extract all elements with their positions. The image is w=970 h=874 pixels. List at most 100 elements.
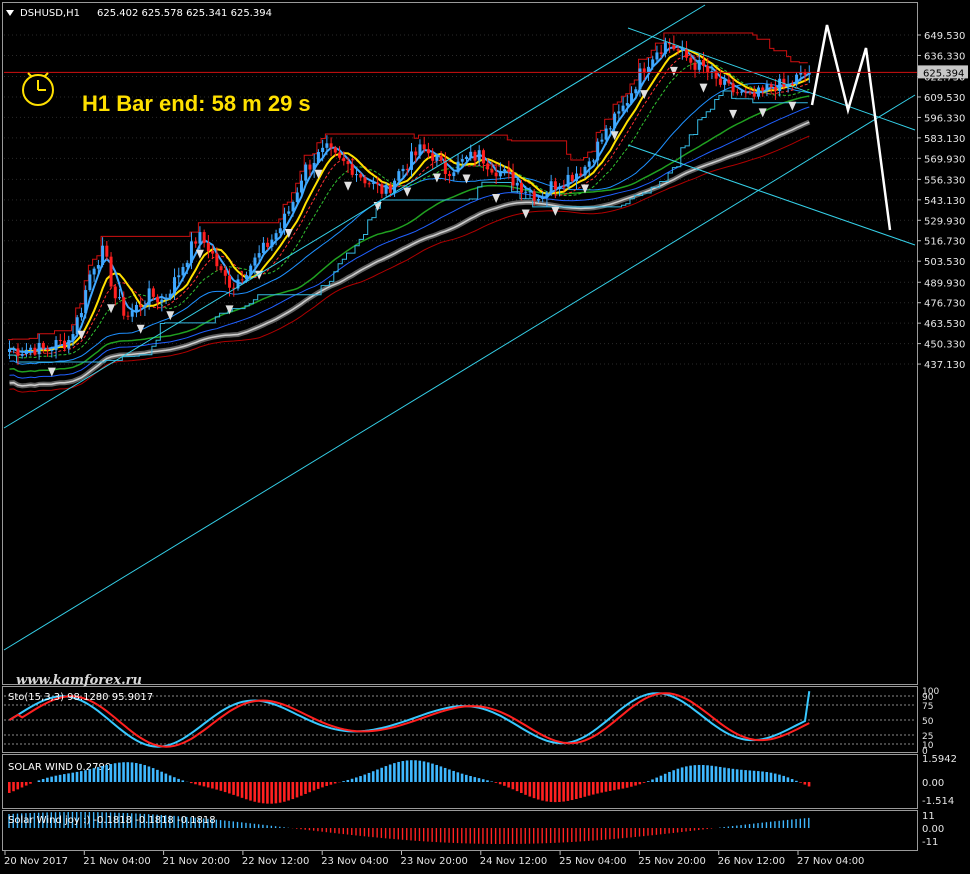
candle-body	[101, 245, 105, 266]
solar-wind-bar	[223, 782, 227, 793]
candle-body	[79, 313, 83, 318]
candle-body	[71, 334, 75, 341]
solar-wind-bar	[718, 766, 722, 782]
solar-wind-bar	[799, 782, 802, 783]
solar-wind-bar	[426, 762, 430, 782]
solar-wind-bar	[308, 782, 312, 793]
solar-wind-bar	[621, 782, 625, 789]
candle-body	[388, 184, 392, 193]
y-tick-label: 569.930	[924, 154, 965, 165]
solar-wind-bar	[198, 782, 202, 786]
candle-body	[410, 151, 413, 170]
solar-wind-bar	[244, 782, 248, 800]
solar-wind-bar	[545, 782, 549, 802]
solar-wind-bar	[299, 782, 303, 796]
solar-wind-bar	[752, 770, 756, 782]
price-axis: 649.530636.330622.730609.530596.330583.1…	[4, 31, 968, 371]
candle-body	[740, 91, 744, 93]
solar-wind-bar	[20, 782, 24, 788]
candle-body	[465, 156, 469, 160]
arrow-down-icon	[344, 181, 353, 191]
solar-wind-bar	[367, 772, 371, 782]
channel-line	[3, 94, 916, 651]
chevron-down-icon[interactable]	[6, 10, 14, 16]
chart-canvas[interactable]: Sto(15,3,3) 98.1280 95.9017 1009075502510…	[0, 0, 970, 874]
candle-body	[346, 161, 350, 165]
solar-wind-bar	[79, 771, 83, 782]
solar-wind-bar	[219, 782, 223, 791]
y-tick-label: 437.130	[924, 360, 965, 371]
solar-wind-bar	[118, 762, 121, 782]
candle-body	[405, 168, 409, 170]
solar-wind-bar	[54, 775, 58, 782]
candle-body	[270, 239, 274, 247]
candle-body	[549, 181, 553, 193]
candle-body	[118, 297, 122, 299]
solar-wind-bar	[283, 782, 286, 802]
solar-wind-bar	[363, 774, 367, 782]
candle-body	[113, 286, 117, 299]
solar-wind-bar	[744, 770, 747, 782]
solar-wind-bar	[156, 769, 159, 782]
candle-body	[211, 251, 215, 254]
candle-body	[625, 103, 629, 106]
candle-body	[122, 297, 126, 316]
candle-body	[452, 172, 456, 177]
solar-wind-bar	[566, 782, 570, 801]
candle-body	[266, 242, 270, 247]
candle-body	[435, 155, 439, 161]
candle-body	[20, 354, 24, 356]
solar-wind-bar	[96, 767, 100, 782]
osc-tick-label: 75	[922, 702, 933, 712]
solar-wind-bar	[448, 769, 451, 782]
solar-wind-bar	[503, 782, 506, 786]
candle-body	[545, 192, 549, 198]
arrow-down-icon	[669, 66, 678, 76]
solar-wind-bar	[160, 771, 163, 782]
x-tick-label: 21 Nov 04:00	[83, 856, 150, 867]
candle-body	[261, 242, 265, 254]
solar-wind-bar	[431, 763, 434, 782]
candle-body	[570, 174, 574, 182]
solar-wind-bar	[105, 764, 108, 782]
candle-body	[329, 143, 333, 148]
solar-wind-bar	[359, 776, 362, 782]
arrow-down-icon	[788, 101, 797, 111]
candle-body	[253, 257, 257, 266]
y-tick-label: 476.730	[924, 299, 965, 310]
candle-body	[481, 150, 485, 164]
candle-body	[308, 164, 312, 170]
x-tick-label: 26 Nov 12:00	[718, 856, 785, 867]
candle-body	[151, 288, 155, 297]
solar-wind-bar	[486, 780, 489, 782]
candle-body	[363, 177, 367, 184]
solar-wind-bar	[151, 768, 155, 782]
candle-body	[638, 68, 642, 90]
osc-tick-label: 50	[922, 717, 934, 727]
candle-body	[16, 348, 20, 356]
solar-wind-bar	[701, 765, 705, 782]
solar-wind-bar	[414, 760, 417, 782]
solar-wind-bar	[515, 782, 519, 792]
solar-wind-bar	[651, 779, 654, 782]
solar-wind-bar	[587, 782, 591, 796]
solar-wind-bar	[397, 761, 400, 782]
solar-wind-bar	[46, 777, 49, 782]
solar-wind-bar	[253, 782, 257, 802]
solar-wind-bar	[312, 782, 316, 791]
candle-body	[58, 340, 62, 342]
candle-body	[494, 172, 498, 177]
solar-wind-bar	[41, 778, 45, 782]
candle-body	[164, 297, 168, 300]
candle-body	[126, 315, 130, 317]
solar-wind-bar	[693, 765, 697, 782]
candle-body	[642, 68, 646, 73]
solar-wind-bar	[613, 782, 616, 791]
candle-body	[723, 79, 727, 85]
solar-wind-bar	[173, 777, 176, 782]
candle-body	[591, 160, 595, 162]
arrow-down-icon	[47, 367, 56, 377]
candle-body	[693, 62, 697, 70]
solar-wind-bar	[697, 764, 701, 782]
solar-wind-bar	[16, 782, 20, 790]
